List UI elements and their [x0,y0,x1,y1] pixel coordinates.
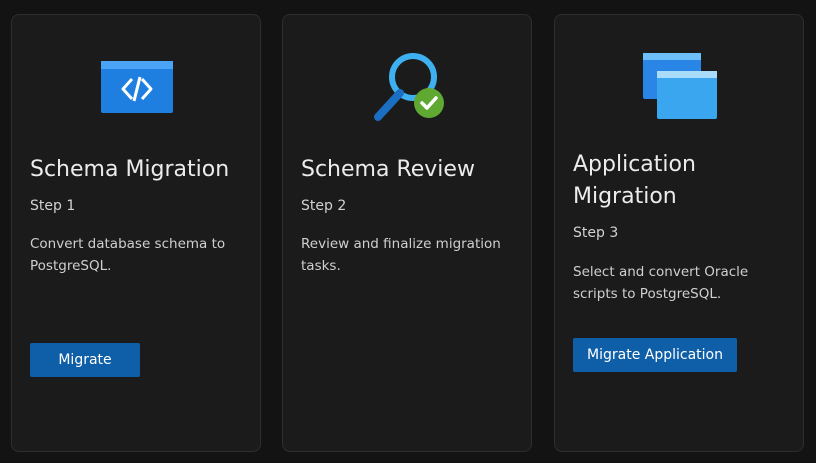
stacked-windows-icon [641,51,719,125]
card-title: Schema Migration [30,157,230,182]
step-label: Step 1 [30,198,76,214]
card-description: Convert database schema to PostgreSQL. [30,236,226,274]
step-label: Step 2 [301,198,347,214]
code-window-icon [101,55,173,117]
card-schema-review: Schema Review Step 2 Review and finalize… [282,14,532,452]
card-application-migration: Application Migration Step 3 Select and … [554,14,804,452]
card-title: Application Migration [573,152,696,209]
migrate-application-button[interactable]: Migrate Application [573,338,737,372]
magnifier-check-icon [372,51,448,131]
card-title: Schema Review [301,157,475,182]
card-schema-migration: Schema Migration Step 1 Convert database… [11,14,261,452]
migration-steps: Schema Migration Step 1 Convert database… [0,0,816,463]
step-label: Step 3 [573,225,619,241]
migrate-button[interactable]: Migrate [30,343,140,377]
card-description: Review and finalize migration tasks. [301,236,501,274]
card-description: Select and convert Oracle scripts to Pos… [573,264,749,302]
